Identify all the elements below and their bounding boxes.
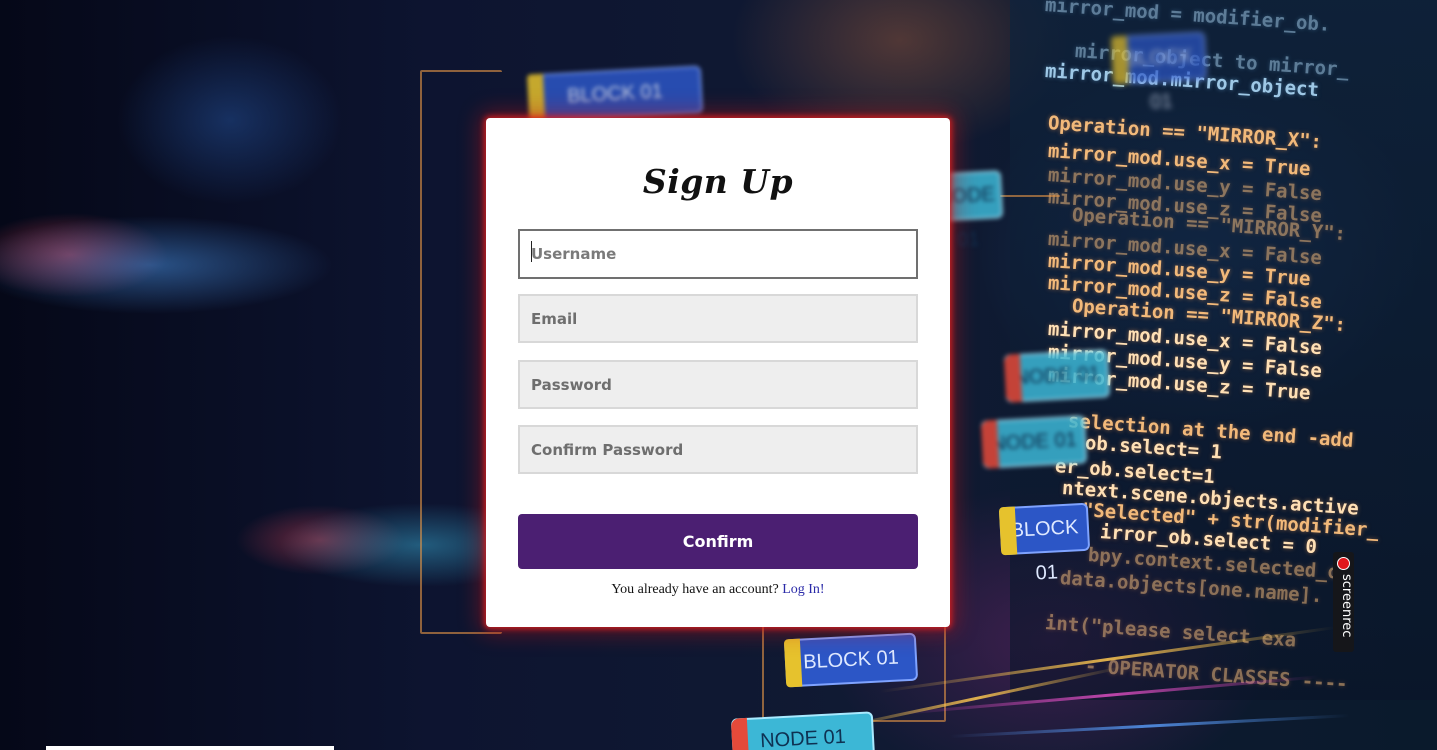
confirm-password-input[interactable] — [518, 425, 918, 474]
username-input[interactable] — [518, 229, 918, 279]
screenrec-label: screenrec — [1339, 574, 1354, 638]
password-input[interactable] — [518, 360, 918, 409]
confirm-button[interactable]: Confirm — [518, 514, 918, 569]
text-caret — [531, 241, 532, 262]
screenrec-widget[interactable]: screenrec — [1333, 552, 1354, 652]
signup-title: Sign Up — [642, 162, 794, 201]
light-streak — [949, 714, 1350, 738]
signup-card: Sign Up Confirm You already have an acco… — [486, 118, 950, 627]
progress-strip — [46, 746, 334, 750]
node-tag: NODE 01 — [1003, 349, 1111, 403]
block-tag: BLOCK 01 — [998, 502, 1091, 585]
circuit-wire — [1000, 195, 1060, 197]
record-dot-icon — [1338, 558, 1349, 569]
block-tag: BLOCK 01 — [783, 632, 919, 688]
block-tag: BLOCK 01 — [1110, 31, 1208, 114]
block-tag: BLOCK 01 — [526, 65, 704, 123]
node-tag: NODE 01 — [730, 711, 876, 750]
login-prompt-text: You already have an account? — [611, 582, 779, 597]
email-input[interactable] — [518, 294, 918, 343]
node-tag: NODE 01 — [980, 415, 1088, 469]
login-link[interactable]: Log In! — [782, 582, 824, 597]
login-prompt-line: You already have an account? Log In! — [486, 582, 950, 598]
